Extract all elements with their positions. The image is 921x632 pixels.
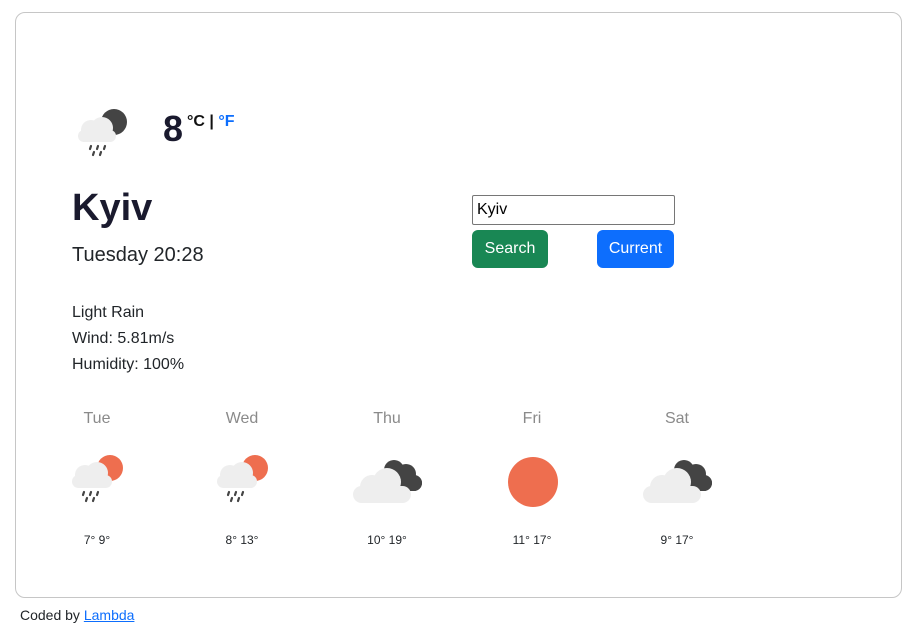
unit-toggle: °C | °F: [187, 113, 235, 131]
forecast-temps: 11° 17°: [512, 533, 552, 547]
forecast-day-label: Sat: [664, 410, 689, 427]
weather-description: Light Rain: [72, 304, 145, 321]
forecast-temps: 7° 9°: [83, 533, 111, 547]
current-datetime: Tuesday 20:28: [72, 244, 204, 266]
celsius-link[interactable]: °C: [187, 113, 205, 130]
sun-icon: [508, 457, 558, 507]
rain-cloud-sun-icon: [217, 455, 268, 503]
forecast-temps: 9° 17°: [660, 533, 694, 547]
author-link[interactable]: Lambda: [84, 607, 135, 623]
forecast-temps: 8° 13°: [225, 533, 259, 547]
forecast-temps: 10° 19°: [367, 533, 407, 547]
current-location-button[interactable]: Current: [597, 230, 674, 268]
humidity: Humidity: 100%: [72, 356, 185, 373]
rain-cloud-dark-icon: [78, 109, 127, 157]
forecast-day-label: Thu: [373, 410, 401, 427]
weather-card: [15, 12, 902, 598]
forecast-day-label: Tue: [83, 410, 111, 427]
city-search-input[interactable]: [472, 195, 675, 225]
search-button[interactable]: Search: [472, 230, 548, 268]
footer-credit: Coded by Lambda: [20, 607, 134, 623]
city-name: Kyiv: [72, 187, 153, 229]
forecast-day-label: Fri: [522, 410, 542, 427]
unit-separator: |: [209, 113, 214, 130]
current-temperature: 8: [163, 108, 184, 149]
dark-clouds-icon: [643, 460, 712, 503]
wind-speed: Wind: 5.81m/s: [72, 330, 175, 347]
dark-clouds-icon: [353, 460, 422, 503]
rain-cloud-sun-icon: [72, 455, 123, 503]
footer-prefix: Coded by: [20, 607, 84, 623]
fahrenheit-link[interactable]: °F: [218, 113, 234, 130]
forecast-day-label: Wed: [225, 410, 259, 427]
